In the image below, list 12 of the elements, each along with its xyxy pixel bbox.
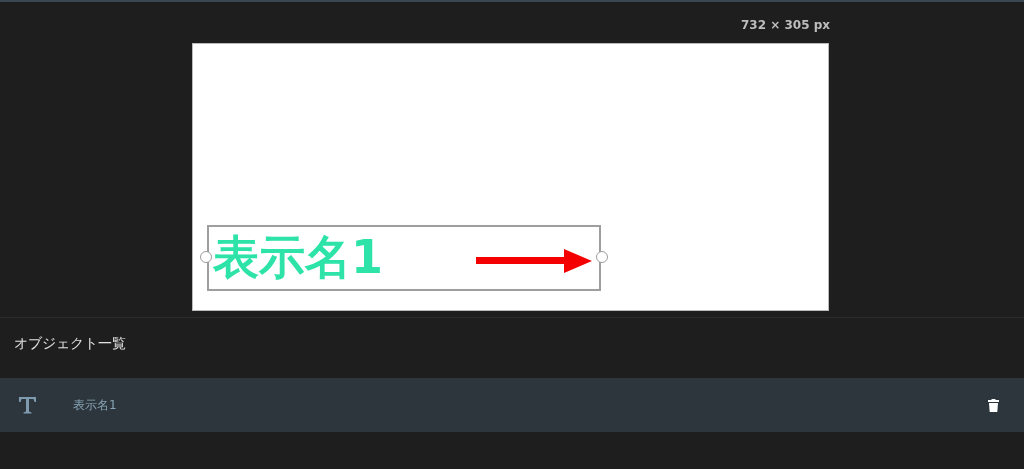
canvas-size-label: 732 × 305 px bbox=[741, 18, 830, 34]
text-type-icon bbox=[18, 396, 37, 414]
trash-icon[interactable] bbox=[988, 398, 999, 412]
arrow-icon bbox=[476, 248, 592, 274]
resize-handle[interactable] bbox=[200, 251, 212, 263]
canvas-page[interactable]: 表示名1 bbox=[192, 43, 829, 311]
text-object-frame[interactable]: 表示名1 bbox=[207, 225, 601, 291]
canvas-text: 表示名1 bbox=[213, 229, 383, 285]
object-list-item[interactable]: 表示名1 bbox=[0, 378, 1024, 432]
resize-handle[interactable] bbox=[596, 251, 608, 263]
section-title: オブジェクト一覧 bbox=[13, 334, 127, 353]
object-name: 表示名1 bbox=[73, 396, 118, 414]
